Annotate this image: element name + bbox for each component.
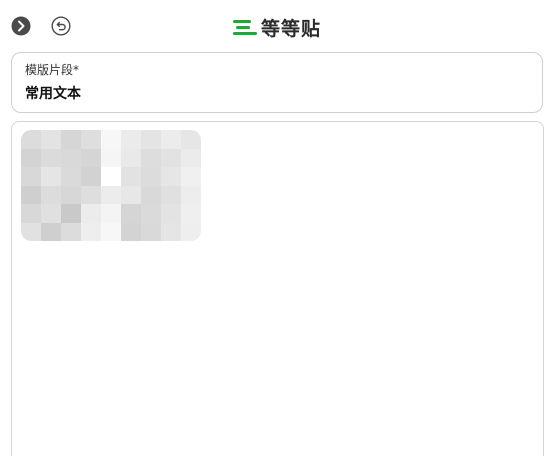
brand-name: 等等贴	[261, 17, 322, 40]
template-snippet-value[interactable]: 常用文本	[25, 83, 81, 103]
content-editor[interactable]	[11, 121, 544, 456]
blurred-image	[21, 130, 201, 241]
brand: 等等贴	[233, 14, 321, 40]
template-snippet-field[interactable]: 模版片段* 常用文本	[11, 52, 543, 113]
template-snippet-label: 模版片段*	[25, 63, 80, 77]
brand-logo-icon	[233, 20, 257, 35]
undo-circle-icon[interactable]	[51, 16, 71, 36]
chevron-right-circle-icon[interactable]	[11, 16, 31, 36]
top-bar: 等等贴	[0, 0, 552, 52]
